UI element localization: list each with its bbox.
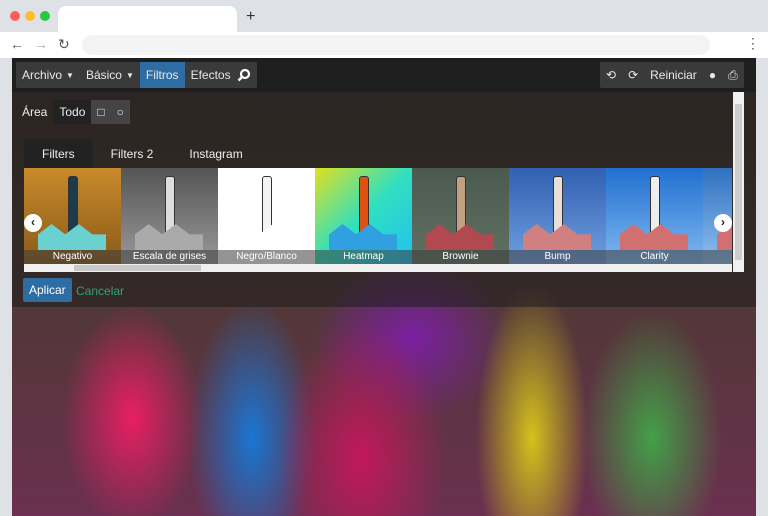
filter-label: Negativo <box>24 250 121 264</box>
redo-icon: ⟳ <box>628 68 639 82</box>
scroll-right-button[interactable]: › <box>714 214 732 232</box>
print-button[interactable]: ⎙ <box>722 62 744 88</box>
lighthouse-image <box>359 176 369 234</box>
area-label: Área <box>22 105 48 119</box>
horizontal-scrollbar[interactable] <box>24 264 732 272</box>
tab-filters-2[interactable]: Filters 2 <box>93 139 172 168</box>
menu-label: Básico <box>85 68 122 82</box>
reload-icon[interactable]: ↻ <box>58 36 70 53</box>
menu-archivo[interactable]: Archivo ▼ <box>16 62 80 88</box>
maximize-window-button[interactable] <box>40 11 50 21</box>
redo-button[interactable]: ⟳ <box>622 62 644 88</box>
reset-button[interactable]: Reiniciar <box>644 62 703 88</box>
vertical-scrollbar[interactable] <box>733 92 744 272</box>
area-circle-button[interactable]: ○ <box>110 100 130 124</box>
menu-efectos[interactable]: Efectos <box>185 62 237 88</box>
filter-thumbnails: Negativo Escala de grises Negro/Blanco Heat… <box>24 168 732 264</box>
filters-panel: Área Todo □ ○ Filters Filters 2 Instagra… <box>12 92 756 307</box>
filter-thumbnail[interactable]: Bump <box>509 168 606 264</box>
search-button[interactable] <box>231 62 257 88</box>
lighthouse-image <box>553 176 563 234</box>
lighthouse-image <box>262 176 272 234</box>
scroll-left-button[interactable]: ‹ <box>24 214 42 232</box>
scrollbar-thumb[interactable] <box>735 104 742 260</box>
tab-filters[interactable]: Filters <box>24 139 93 168</box>
filter-thumbnail[interactable]: Clarity <box>606 168 703 264</box>
menu-label: Archivo <box>22 68 63 82</box>
browser-tab-bar: + <box>0 0 768 32</box>
lighthouse-image <box>68 176 78 234</box>
filter-thumbnail[interactable]: Brownie <box>412 168 509 264</box>
lighthouse-image <box>165 176 175 234</box>
filter-label: Heatmap <box>315 250 412 264</box>
forward-icon[interactable]: → <box>34 36 48 52</box>
filter-tabs: Filters Filters 2 Instagram <box>24 139 261 168</box>
menu-basico[interactable]: Básico ▼ <box>80 62 140 88</box>
editor-toolbar: Archivo ▼ Básico ▼ Filtros Efectos ⟲ ⟳ Rei… <box>12 58 756 92</box>
filter-label: Negro/Blanco <box>218 250 315 264</box>
back-icon[interactable]: ← <box>10 36 24 52</box>
area-all-button[interactable]: Todo <box>53 100 92 124</box>
area-rectangle-button[interactable]: □ <box>91 100 111 124</box>
undo-icon: ⟲ <box>606 68 617 82</box>
lighthouse-image <box>456 176 466 234</box>
close-window-button[interactable] <box>10 11 20 21</box>
caret-down-icon: ▼ <box>125 70 134 80</box>
cancel-link[interactable]: Cancelar <box>76 284 124 298</box>
filter-label: Escala de grises <box>121 250 218 264</box>
print-icon: ⎙ <box>728 67 738 82</box>
area-selector: Área Todo □ ○ <box>22 100 130 124</box>
filter-thumbnail[interactable]: Escala de grises <box>121 168 218 264</box>
caret-down-icon: ▼ <box>66 70 74 80</box>
image-editor: Archivo ▼ Básico ▼ Filtros Efectos ⟲ ⟳ Rei… <box>12 58 756 516</box>
history-group: ⟲ ⟳ Reiniciar ● ⎙ <box>600 62 744 88</box>
browser-nav-bar: ← → ↻ ⋮ <box>0 32 768 58</box>
menu-group: Archivo ▼ Básico ▼ Filtros Efectos <box>16 62 237 88</box>
filter-label: Bump <box>509 250 606 264</box>
filter-label: Concen <box>703 250 732 264</box>
scrollbar-thumb[interactable] <box>74 265 201 271</box>
filter-label: Clarity <box>606 250 703 264</box>
undo-button[interactable]: ⟲ <box>600 62 622 88</box>
eye-icon: ● <box>708 68 717 82</box>
address-bar[interactable] <box>82 35 710 55</box>
filter-thumbnail[interactable]: Negro/Blanco <box>218 168 315 264</box>
menu-filtros[interactable]: Filtros <box>139 62 185 88</box>
lighthouse-image <box>650 176 660 234</box>
view-button[interactable]: ● <box>703 62 722 88</box>
search-icon <box>237 68 251 82</box>
minimize-window-button[interactable] <box>25 11 35 21</box>
browser-menu-icon[interactable]: ⋮ <box>746 35 760 52</box>
browser-tab[interactable] <box>58 6 237 32</box>
new-tab-button[interactable]: + <box>246 8 255 26</box>
filter-thumbnail[interactable]: Heatmap <box>315 168 412 264</box>
tab-instagram[interactable]: Instagram <box>171 139 260 168</box>
apply-button[interactable]: Aplicar <box>23 278 72 302</box>
filter-label: Brownie <box>412 250 509 264</box>
